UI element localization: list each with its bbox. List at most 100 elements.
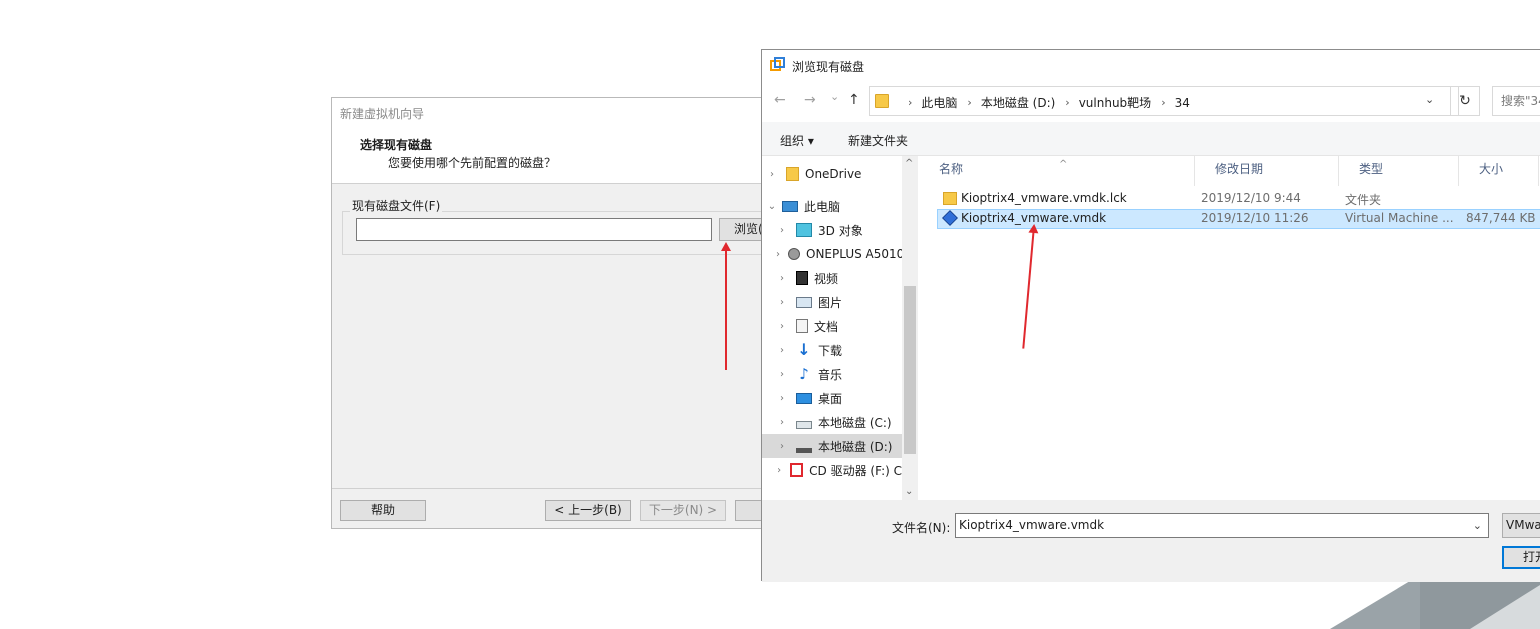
file-type: 文件夹 <box>1345 193 1382 207</box>
chevron-down-icon[interactable]: ⌄ <box>766 201 778 212</box>
tree-item-3d-objects[interactable]: › 3D 对象 <box>762 218 902 242</box>
tree-item-videos[interactable]: › 视频 <box>762 266 902 290</box>
filename-input[interactable]: Kioptrix4_vmware.vmdk ⌄ <box>955 513 1489 538</box>
tree-item-onedrive[interactable]: › OneDrive <box>762 162 902 186</box>
tree-item-drive-c[interactable]: › 本地磁盘 (C:) <box>762 410 902 434</box>
refresh-icon[interactable]: ↻ <box>1450 86 1480 116</box>
breadcrumb-drive-d[interactable]: 本地磁盘 (D:) <box>981 94 1055 111</box>
column-label: 名称 <box>939 162 964 176</box>
drive-icon <box>796 447 812 453</box>
computer-icon <box>782 200 798 212</box>
breadcrumb-vulnhub[interactable]: vulnhub靶场 <box>1079 94 1151 111</box>
chevron-down-icon[interactable]: ⌄ <box>1473 514 1482 537</box>
chevron-right-icon[interactable]: › <box>776 417 788 428</box>
back-arrow-icon[interactable]: ← <box>774 92 786 108</box>
tree-item-label: 3D 对象 <box>818 223 863 238</box>
chevron-right-icon[interactable]: › <box>776 441 788 452</box>
tree-item-this-pc[interactable]: ⌄ 此电脑 <box>762 194 902 218</box>
up-arrow-icon[interactable]: ↑ <box>848 92 860 108</box>
open-button[interactable]: 打开 <box>1502 546 1540 569</box>
chevron-right-icon[interactable]: › <box>776 249 780 260</box>
tree-item-drive-d[interactable]: › 本地磁盘 (D:) <box>762 434 902 458</box>
chevron-right-icon[interactable]: › <box>776 273 788 284</box>
tree-item-label: 文档 <box>814 319 839 334</box>
disk-path-input[interactable] <box>356 218 712 241</box>
filetype-select[interactable]: VMwa <box>1502 513 1540 538</box>
breadcrumb-separator: › <box>1161 96 1166 109</box>
file-date: 2019/12/10 9:44 <box>1201 191 1301 205</box>
search-input[interactable]: 搜索"34 <box>1492 86 1540 116</box>
tree-item-label: 下载 <box>818 343 843 358</box>
dialog-footer: 文件名(N): Kioptrix4_vmware.vmdk ⌄ VMwa 打开 <box>762 500 1540 582</box>
forward-arrow-icon[interactable]: → <box>804 92 816 108</box>
breadcrumb-this-pc[interactable]: 此电脑 <box>921 94 957 111</box>
breadcrumb-34[interactable]: 34 <box>1175 96 1190 110</box>
tree-item-label: 音乐 <box>818 367 843 382</box>
chevron-right-icon[interactable]: › <box>776 297 788 308</box>
cd-drive-icon <box>790 463 804 477</box>
next-button[interactable]: 下一步(N) > <box>640 500 726 521</box>
phone-icon <box>788 248 800 260</box>
chevron-right-icon[interactable]: › <box>776 321 788 332</box>
breadcrumb-separator: › <box>1065 96 1070 109</box>
navigation-bar: ← → ⌄ ↑ › 此电脑 › 本地磁盘 (D:) › vulnhub靶场 › … <box>762 80 1540 122</box>
vmdk-file-icon <box>942 210 958 226</box>
tree-item-documents[interactable]: › 文档 <box>762 314 902 338</box>
desktop-icon <box>796 392 812 404</box>
tree-item-label: 桌面 <box>818 391 843 406</box>
tree-scrollbar[interactable]: ^ ⌄ <box>902 156 918 500</box>
column-size[interactable]: 大小 <box>1459 156 1539 186</box>
chevron-right-icon[interactable]: › <box>776 225 788 236</box>
scroll-up-icon[interactable]: ^ <box>905 158 913 169</box>
documents-icon <box>796 319 808 333</box>
chevron-right-icon[interactable]: › <box>776 345 788 356</box>
filename-value: Kioptrix4_vmware.vmdk <box>959 518 1105 532</box>
folder-icon <box>786 167 799 181</box>
chevron-right-icon[interactable]: › <box>776 369 788 380</box>
browse-disk-dialog: 浏览现有磁盘 ← → ⌄ ↑ › 此电脑 › 本地磁盘 (D:) › vulnh… <box>761 49 1540 582</box>
wizard-subheading: 您要使用哪个先前配置的磁盘？ <box>388 156 557 170</box>
breadcrumb: › 此电脑 › 本地磁盘 (D:) › vulnhub靶场 › 34 <box>898 94 1190 111</box>
column-modified[interactable]: 修改日期 <box>1195 156 1339 186</box>
tree-item-label: 视频 <box>814 271 839 286</box>
new-folder-button[interactable]: 新建文件夹 <box>848 132 908 149</box>
tree-item-oneplus[interactable]: › ONEPLUS A5010 <box>762 242 902 266</box>
3d-objects-icon <box>796 223 812 237</box>
tree-item-cd-drive[interactable]: › CD 驱动器 (F:) C <box>762 458 902 482</box>
chevron-down-icon[interactable]: ⌄ <box>1425 93 1434 106</box>
file-date: 2019/12/10 11:26 <box>1201 211 1309 225</box>
tree-item-downloads[interactable]: › ↓ 下载 <box>762 338 902 362</box>
dialog-title: 浏览现有磁盘 <box>792 60 865 74</box>
background-shape <box>1470 585 1540 629</box>
scroll-down-icon[interactable]: ⌄ <box>905 486 913 497</box>
chevron-right-icon[interactable]: › <box>766 169 778 180</box>
tree-item-desktop[interactable]: › 桌面 <box>762 386 902 410</box>
scroll-thumb[interactable] <box>904 286 916 454</box>
tree-item-pictures[interactable]: › 图片 <box>762 290 902 314</box>
file-list: ^ 名称 修改日期 类型 大小 Kioptrix4_vmware.vmdk.lc… <box>919 156 1540 500</box>
file-row[interactable]: Kioptrix4_vmware.vmdk 2019/12/10 11:26 V… <box>937 209 1540 229</box>
help-button[interactable]: 帮助 <box>340 500 426 521</box>
folder-icon <box>875 94 889 108</box>
tree-item-label: OneDrive <box>805 167 862 181</box>
wizard-heading: 选择现有磁盘 <box>360 138 433 152</box>
existing-disk-label: 现有磁盘文件(F) <box>350 197 443 214</box>
chevron-right-icon[interactable]: › <box>776 465 782 476</box>
file-row[interactable]: Kioptrix4_vmware.vmdk.lck 2019/12/10 9:4… <box>937 189 1540 209</box>
tree-item-music[interactable]: › ♪ 音乐 <box>762 362 902 386</box>
filename-label: 文件名(N): <box>892 521 951 535</box>
column-type[interactable]: 类型 <box>1339 156 1459 186</box>
organize-button[interactable]: 组织 ▾ <box>780 132 814 149</box>
screen: 新建虚拟机向导 选择现有磁盘 您要使用哪个先前配置的磁盘？ 现有磁盘文件(F) … <box>0 0 1540 629</box>
drive-c-icon <box>796 420 812 429</box>
tree-item-label: 此电脑 <box>804 199 841 214</box>
back-button[interactable]: < 上一步(B) <box>545 500 631 521</box>
file-size: 847,744 KB <box>1466 211 1536 225</box>
tree-item-label: 本地磁盘 (C:) <box>818 415 892 430</box>
vmware-app-icon <box>770 57 786 73</box>
recent-locations-icon[interactable]: ⌄ <box>830 90 839 103</box>
chevron-right-icon[interactable]: › <box>776 393 788 404</box>
address-bar[interactable]: › 此电脑 › 本地磁盘 (D:) › vulnhub靶场 › 34 ⌄ <box>869 86 1459 116</box>
column-name[interactable]: ^ 名称 <box>919 156 1195 186</box>
file-type: Virtual Machine ... <box>1345 211 1454 225</box>
